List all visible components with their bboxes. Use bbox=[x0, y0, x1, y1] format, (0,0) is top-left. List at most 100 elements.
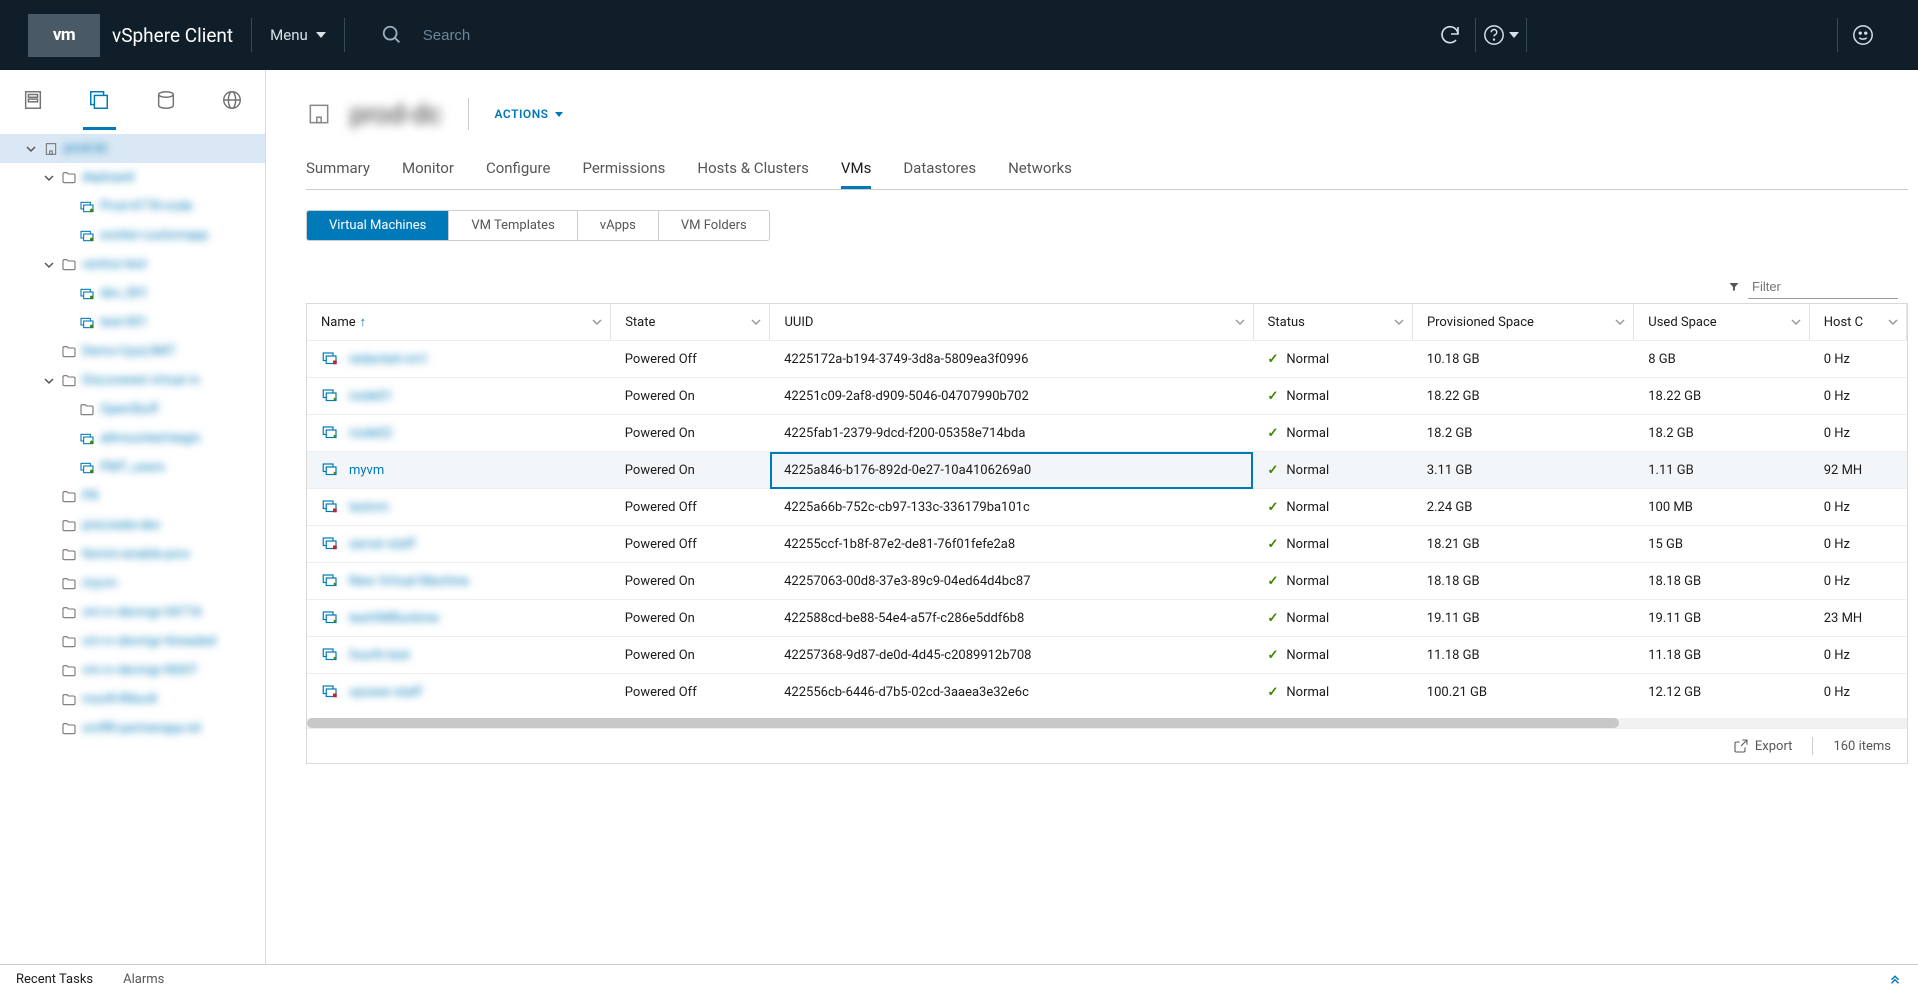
item-count: 160 items bbox=[1833, 739, 1891, 754]
tree-item[interactable]: rnovR-RNovK bbox=[0, 685, 265, 714]
horizontal-scrollbar[interactable] bbox=[307, 718, 1907, 728]
tab-hosts-clusters[interactable]: Hosts & Clusters bbox=[697, 150, 809, 189]
tree-item[interactable]: ovrRR-partnerapp-rel bbox=[0, 714, 265, 743]
tab-permissions[interactable]: Permissions bbox=[582, 150, 665, 189]
subtab-bar: Virtual MachinesVM TemplatesvAppsVM Fold… bbox=[306, 210, 770, 241]
actions-dropdown[interactable]: ACTIONS bbox=[495, 107, 563, 121]
tree-item[interactable]: PMT_users bbox=[0, 453, 265, 482]
expand-panel-button[interactable] bbox=[1888, 970, 1902, 989]
column-header[interactable]: Provisioned Space bbox=[1412, 304, 1633, 340]
vm-name-link[interactable]: vpower-staff bbox=[349, 685, 422, 700]
page-title: prod-dc bbox=[350, 98, 442, 130]
sidebar-tab-hosts[interactable] bbox=[0, 70, 66, 130]
vm-name-link[interactable]: node02 bbox=[349, 426, 392, 441]
tree-item[interactable]: allmounted-begin bbox=[0, 424, 265, 453]
alarms-tab[interactable]: Alarms bbox=[123, 972, 164, 987]
tab-monitor[interactable]: Monitor bbox=[402, 150, 454, 189]
sidebar-tab-storage[interactable] bbox=[133, 70, 199, 130]
column-header[interactable]: Used Space bbox=[1634, 304, 1809, 340]
tree-item[interactable]: test-001 bbox=[0, 308, 265, 337]
vm-name-link[interactable]: New Virtual Machine bbox=[349, 574, 469, 589]
hostcpu-cell: 0 Hz bbox=[1810, 563, 1907, 600]
provisioned-cell: 18.2 GB bbox=[1413, 415, 1634, 452]
tree-item[interactable]: Discovered virtual m bbox=[0, 366, 265, 395]
filter-input[interactable] bbox=[1748, 275, 1898, 299]
used-cell: 19.11 GB bbox=[1634, 600, 1810, 637]
table-row[interactable]: testVMRuntimePowered On422588cd-be88-54e… bbox=[307, 600, 1907, 637]
vm-name-link[interactable]: redacted-vm1 bbox=[349, 352, 428, 367]
state-cell: Powered On bbox=[611, 452, 770, 489]
subtab-vapps[interactable]: vApps bbox=[578, 211, 659, 240]
tab-summary[interactable]: Summary bbox=[306, 150, 370, 189]
uuid-cell: 422556cb-6446-d7b5-02cd-3aaea3e32e6c bbox=[770, 674, 1253, 711]
tab-datastores[interactable]: Datastores bbox=[903, 150, 976, 189]
table-row[interactable]: fourth-testPowered On42257368-9d87-de0d-… bbox=[307, 637, 1907, 674]
uuid-cell: 4225a846-b176-892d-0e27-10a4106269a0 bbox=[770, 452, 1253, 489]
tree-item[interactable]: vm-rv-devmgr-threaded bbox=[0, 627, 265, 656]
search-icon[interactable] bbox=[381, 24, 403, 46]
column-header[interactable]: UUID bbox=[770, 304, 1253, 340]
table-row[interactable]: node02Powered On4225fab1-2379-9dcd-f200-… bbox=[307, 415, 1907, 452]
used-cell: 1.11 GB bbox=[1634, 452, 1810, 489]
tree-item[interactable]: prod-dc bbox=[0, 134, 265, 163]
menu-dropdown[interactable]: Menu bbox=[270, 26, 326, 44]
tree-item[interactable]: precreate-dev bbox=[0, 511, 265, 540]
tree-item[interactable]: Prod-4778-node bbox=[0, 192, 265, 221]
check-icon: ✓ bbox=[1267, 500, 1278, 515]
tree-item[interactable]: vm-rv-devmgr-NSXT bbox=[0, 656, 265, 685]
subtab-vm-folders[interactable]: VM Folders bbox=[659, 211, 769, 240]
tree-item[interactable]: OpenStuff bbox=[0, 395, 265, 424]
table-row[interactable]: redacted-vm1Powered Off4225172a-b194-374… bbox=[307, 341, 1907, 378]
column-header[interactable]: Status bbox=[1253, 304, 1412, 340]
hostcpu-cell: 0 Hz bbox=[1810, 378, 1907, 415]
search-input[interactable] bbox=[423, 27, 723, 44]
tree-item[interactable]: vm-rv-devmgr-04718 bbox=[0, 598, 265, 627]
vm-name-link[interactable]: fourth-test bbox=[349, 648, 410, 663]
filter-icon[interactable] bbox=[1728, 281, 1740, 293]
tab-configure[interactable]: Configure bbox=[486, 150, 551, 189]
refresh-button[interactable] bbox=[1425, 23, 1475, 47]
bottom-panel-bar: Recent Tasks Alarms bbox=[0, 964, 1918, 994]
uuid-cell: 4225a66b-752c-cb97-133c-336179ba101c bbox=[770, 489, 1253, 526]
user-menu[interactable] bbox=[1838, 24, 1888, 46]
vmware-logo: vm bbox=[28, 14, 100, 57]
used-cell: 18.18 GB bbox=[1634, 563, 1810, 600]
export-button[interactable]: Export bbox=[1733, 738, 1793, 754]
table-row[interactable]: New Virtual MachinePowered On42257063-00… bbox=[307, 563, 1907, 600]
vm-name-link[interactable]: node01 bbox=[349, 389, 392, 404]
tree-item[interactable]: deployed bbox=[0, 163, 265, 192]
vm-name-link[interactable]: testvm bbox=[349, 500, 389, 515]
provisioned-cell: 11.18 GB bbox=[1413, 637, 1634, 674]
vm-name-link[interactable]: server-staff bbox=[349, 537, 415, 552]
column-header[interactable]: Host C bbox=[1809, 304, 1906, 340]
table-row[interactable]: testvmPowered Off4225a66b-752c-cb97-133c… bbox=[307, 489, 1907, 526]
tree-item[interactable]: myvm bbox=[0, 569, 265, 598]
tree-item[interactable]: PR bbox=[0, 482, 265, 511]
tab-networks[interactable]: Networks bbox=[1008, 150, 1072, 189]
tree-item[interactable]: fenrim-enable-prov bbox=[0, 540, 265, 569]
used-cell: 100 MB bbox=[1634, 489, 1810, 526]
recent-tasks-tab[interactable]: Recent Tasks bbox=[16, 972, 93, 987]
subtab-virtual-machines[interactable]: Virtual Machines bbox=[307, 211, 449, 240]
check-icon: ✓ bbox=[1267, 426, 1278, 441]
column-header[interactable]: State bbox=[611, 304, 770, 340]
tree-item[interactable]: centos-test bbox=[0, 250, 265, 279]
table-row[interactable]: vpower-staffPowered Off422556cb-6446-d7b… bbox=[307, 674, 1907, 711]
provisioned-cell: 10.18 GB bbox=[1413, 341, 1634, 378]
tree-item[interactable]: worker-customapp bbox=[0, 221, 265, 250]
table-row[interactable]: node01Powered On42251c09-2af8-d909-5046-… bbox=[307, 378, 1907, 415]
inventory-tree[interactable]: prod-dcdeployedProd-4778-nodeworker-cust… bbox=[0, 130, 265, 964]
tree-item[interactable]: Demo-CpuLIMIT bbox=[0, 337, 265, 366]
column-header[interactable]: Name↑ bbox=[307, 304, 611, 340]
table-row[interactable]: myvm Powered On4225a846-b176-892d-0e27-10… bbox=[307, 452, 1907, 489]
help-dropdown[interactable] bbox=[1476, 24, 1526, 46]
table-row[interactable]: server-staffPowered Off42255ccf-1b8f-87e… bbox=[307, 526, 1907, 563]
uuid-cell: 42257368-9d87-de0d-4d45-c2089912b708 bbox=[770, 637, 1253, 674]
sidebar-tab-vms[interactable] bbox=[66, 70, 132, 130]
subtab-vm-templates[interactable]: VM Templates bbox=[449, 211, 577, 240]
vm-name-link[interactable]: testVMRuntime bbox=[349, 611, 439, 626]
tab-vms[interactable]: VMs bbox=[841, 150, 871, 189]
sidebar-tab-network[interactable] bbox=[199, 70, 265, 130]
vm-name-link[interactable]: myvm bbox=[349, 463, 384, 478]
tree-item[interactable]: dev_001 bbox=[0, 279, 265, 308]
